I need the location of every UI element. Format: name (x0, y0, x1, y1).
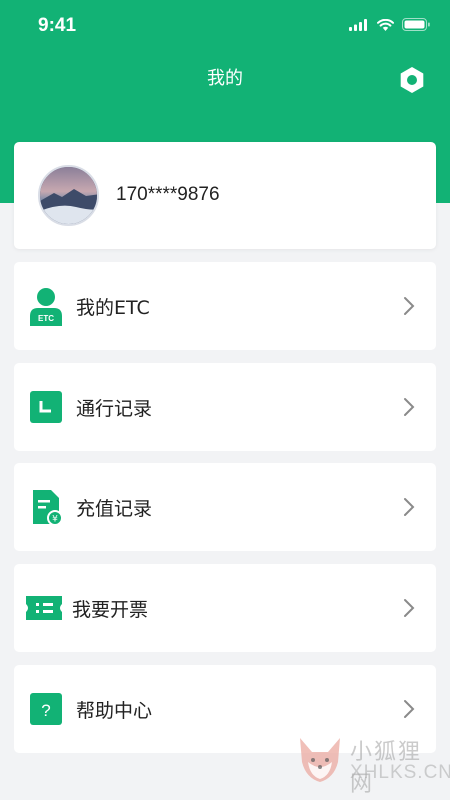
status-time: 9:41 (38, 15, 77, 36)
menu-item-pass-records[interactable]: 通行记录 (14, 363, 436, 451)
menu-item-label: 我要开票 (72, 599, 149, 621)
svg-text:¥: ¥ (52, 515, 58, 525)
avatar[interactable] (38, 165, 99, 226)
svg-text:?: ? (41, 701, 50, 720)
menu-item-label: 我的ETC (76, 297, 150, 319)
invoice-ticket-icon (26, 596, 62, 620)
status-icons (349, 18, 430, 31)
avatar-image (40, 167, 97, 224)
help-icon: ? (30, 693, 62, 725)
menu-item-label: 帮助中心 (76, 700, 153, 722)
watermark: 小狐狸网 XHLKS.CN (294, 730, 450, 797)
menu-item-my-etc[interactable]: ETC 我的ETC (14, 262, 436, 350)
etc-user-icon: ETC (30, 288, 62, 326)
chevron-right-icon (404, 599, 415, 617)
chevron-right-icon (404, 700, 415, 718)
menu-item-recharge-records[interactable]: ¥ 充值记录 (14, 463, 436, 551)
page-title: 我的 (207, 68, 243, 89)
wifi-icon (377, 18, 394, 31)
chevron-right-icon (404, 498, 415, 516)
menu-item-invoice[interactable]: 我要开票 (14, 564, 436, 652)
phone-number: 170****9876 (116, 184, 220, 205)
svg-text:ETC: ETC (38, 314, 54, 323)
signal-icon (349, 18, 367, 31)
menu-item-label: 充值记录 (76, 498, 153, 520)
profile-card[interactable]: 170****9876 (14, 142, 436, 249)
chevron-right-icon (404, 297, 415, 315)
watermark-subtext: XHLKS.CN (350, 762, 450, 783)
settings-icon[interactable] (398, 66, 426, 94)
pass-record-icon (30, 391, 62, 423)
menu-item-label: 通行记录 (76, 398, 153, 420)
battery-icon (402, 18, 430, 31)
recharge-record-icon: ¥ (33, 490, 63, 526)
fox-logo-icon (300, 738, 340, 782)
chevron-right-icon (404, 398, 415, 416)
status-bar: 9:41 (0, 0, 450, 52)
